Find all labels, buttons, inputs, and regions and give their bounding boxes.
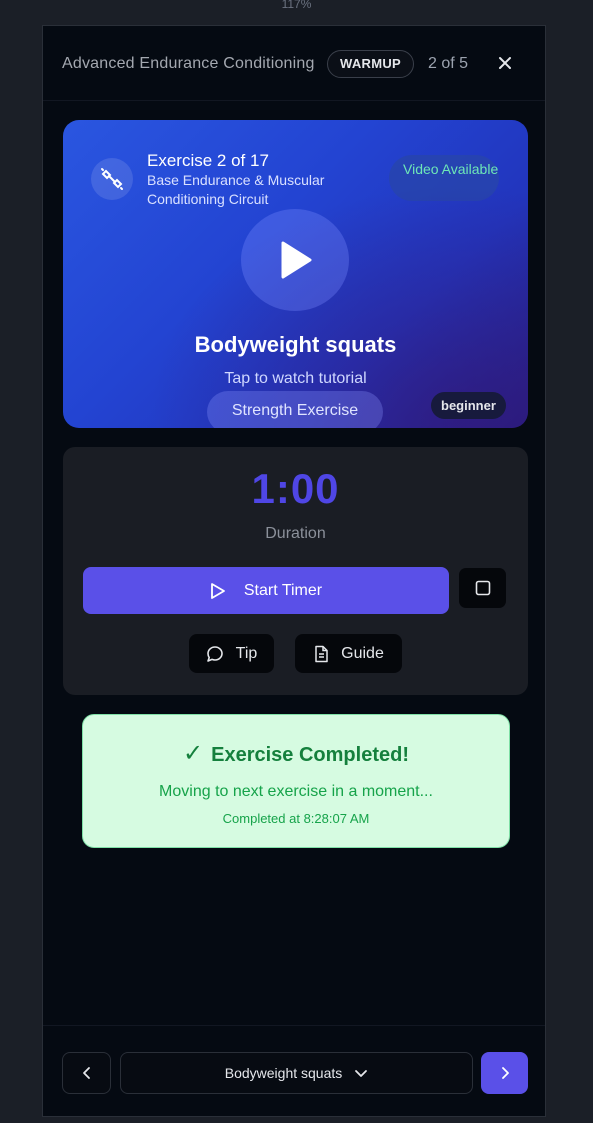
start-timer-label: Start Timer bbox=[243, 581, 323, 599]
completion-banner: ✓ Exercise Completed! Moving to next exer… bbox=[82, 714, 510, 848]
start-timer-button[interactable]: Start Timer bbox=[83, 567, 449, 614]
header: Advanced Endurance Conditioning WARMUP 2… bbox=[43, 26, 545, 101]
previous-exercise-button[interactable] bbox=[62, 1052, 111, 1094]
tip-label: Tip bbox=[235, 644, 258, 662]
level-badge: beginner bbox=[431, 392, 506, 419]
next-exercise-button[interactable] bbox=[481, 1052, 528, 1094]
exercise-name: Bodyweight squats bbox=[194, 332, 397, 357]
workout-panel: Advanced Endurance Conditioning WARMUP 2… bbox=[42, 25, 546, 1117]
category-badge: Strength Exercise bbox=[207, 391, 383, 428]
timer-value: 1:00 bbox=[251, 465, 340, 512]
guide-label: Guide bbox=[341, 644, 384, 662]
chevron-down-icon bbox=[355, 1070, 368, 1077]
play-video-button[interactable] bbox=[241, 209, 349, 311]
step-counter: 2 of 5 bbox=[428, 55, 469, 72]
close-button[interactable] bbox=[493, 52, 517, 76]
zoom-level: 117% bbox=[281, 0, 312, 11]
completion-message: Moving to next exercise in a moment... bbox=[159, 783, 433, 800]
guide-button[interactable]: Guide bbox=[295, 634, 402, 673]
tip-button[interactable]: Tip bbox=[189, 634, 274, 673]
exercise-icon-wrapper bbox=[91, 158, 133, 200]
chevron-right-icon bbox=[501, 1067, 509, 1079]
message-circle-icon bbox=[206, 645, 223, 662]
footer-nav: Bodyweight squats bbox=[43, 1025, 545, 1116]
chevron-left-icon bbox=[82, 1067, 90, 1079]
square-icon bbox=[475, 580, 490, 596]
close-icon bbox=[499, 57, 511, 69]
stop-timer-button[interactable] bbox=[459, 568, 506, 608]
video-available-badge: Video Available bbox=[389, 155, 499, 201]
completion-title-text: Exercise Completed! bbox=[211, 744, 409, 766]
exercise-counter: Exercise 2 of 17 bbox=[147, 151, 269, 170]
timer-card: 1:00 Duration Start Timer Tip Guide bbox=[63, 447, 528, 695]
current-exercise-label: Bodyweight squats bbox=[224, 1065, 343, 1081]
play-outline-icon bbox=[210, 582, 225, 599]
document-icon bbox=[315, 645, 328, 662]
video-card[interactable]: Exercise 2 of 17 Base Endurance & Muscul… bbox=[63, 120, 528, 428]
dumbbell-icon bbox=[101, 168, 123, 190]
timer-label: Duration bbox=[265, 525, 326, 542]
exercise-select[interactable]: Bodyweight squats bbox=[120, 1052, 473, 1094]
completion-title: ✓ Exercise Completed! bbox=[83, 739, 509, 768]
phase-badge: WARMUP bbox=[327, 50, 415, 78]
circuit-name: Base Endurance & Muscular Conditioning C… bbox=[147, 172, 325, 207]
completion-timestamp: Completed at 8:28:07 AM bbox=[222, 811, 370, 826]
workout-title: Advanced Endurance Conditioning bbox=[62, 55, 315, 72]
play-icon bbox=[281, 241, 312, 279]
tap-hint: Tap to watch tutorial bbox=[224, 370, 367, 387]
check-icon: ✓ bbox=[183, 740, 204, 767]
